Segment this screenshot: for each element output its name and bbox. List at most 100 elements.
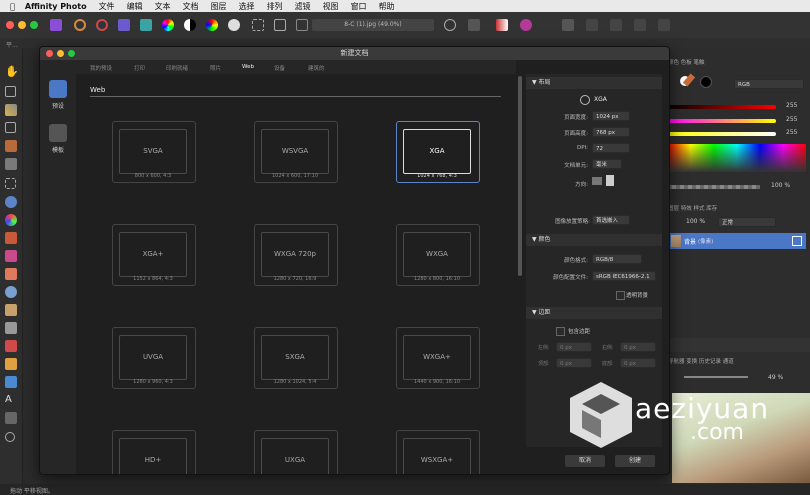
minimize-window-icon[interactable] — [18, 21, 26, 29]
preset-card[interactable]: HD+ — [112, 430, 198, 474]
portrait-orientation-icon[interactable] — [606, 175, 614, 186]
blue-value[interactable]: 255 — [786, 129, 797, 136]
tab-press-ready[interactable]: 印刷就绪 — [166, 64, 188, 72]
tab-web[interactable]: Web — [242, 64, 254, 70]
menu-help[interactable]: 帮助 — [379, 1, 395, 12]
preset-card[interactable]: UXGA — [254, 430, 340, 474]
liquify-persona-icon[interactable] — [74, 19, 86, 31]
zoom-window-icon[interactable] — [30, 21, 38, 29]
red-eye-tool-icon[interactable] — [5, 340, 17, 352]
zoom-tool-icon[interactable] — [5, 432, 15, 442]
minimize-dialog-icon[interactable] — [57, 50, 64, 57]
menu-file[interactable]: 文件 — [99, 1, 115, 12]
layers-panel-tabs[interactable]: 图层 特效 样式 库存 — [668, 204, 717, 212]
preset-card[interactable]: SVGA 800 x 600, 4:3 — [112, 121, 198, 185]
color-format-select[interactable]: RGB/8 — [592, 254, 642, 264]
page-height-input[interactable]: 768 px — [592, 127, 630, 137]
layer-visibility-checkbox[interactable] — [792, 236, 802, 246]
move-tool-icon[interactable] — [5, 86, 16, 97]
gradient-tool-icon[interactable] — [5, 214, 17, 226]
apple-icon[interactable]:  — [10, 2, 15, 11]
opacity-slider[interactable] — [668, 185, 760, 189]
blend-mode-select[interactable]: 正常 — [718, 217, 776, 227]
tab-photo[interactable]: 照片 — [210, 64, 221, 72]
crop-tool-icon[interactable] — [562, 19, 574, 31]
create-button[interactable]: 创建 — [615, 455, 655, 467]
app-menu[interactable]: Affinity Photo — [25, 2, 87, 11]
menu-text[interactable]: 文本 — [155, 1, 171, 12]
color-section-header[interactable]: ▼ 颜色 — [526, 234, 662, 246]
erase-brush-tool-icon[interactable] — [5, 268, 17, 280]
margin-bottom-input[interactable]: 0 px — [620, 358, 656, 368]
secondary-color-swatch[interactable] — [700, 76, 712, 88]
red-slider[interactable] — [668, 105, 776, 109]
mirror-icon[interactable] — [658, 19, 670, 31]
export-persona-icon[interactable] — [140, 19, 152, 31]
margin-right-input[interactable]: 0 px — [620, 342, 656, 352]
menu-select[interactable]: 选择 — [239, 1, 255, 12]
navigator-panel-tabs[interactable]: 导航器 变换 历史记录 通道 — [668, 357, 734, 365]
red-value[interactable]: 255 — [786, 102, 797, 109]
units-select[interactable]: 毫米 — [592, 159, 622, 169]
menu-filter[interactable]: 滤镜 — [295, 1, 311, 12]
flood-select-tool-icon[interactable] — [5, 158, 17, 170]
color-spectrum[interactable] — [668, 144, 806, 172]
auto-contrast-icon[interactable] — [184, 19, 196, 31]
auto-colors-icon[interactable] — [206, 19, 218, 31]
preset-card[interactable]: WXGA 720p 1280 x 720, 16:9 — [254, 224, 340, 288]
margin-top-input[interactable]: 0 px — [556, 358, 592, 368]
color-profile-select[interactable]: sRGB IEC61966-2.1 — [592, 271, 656, 281]
page-width-input[interactable]: 1024 px — [592, 111, 630, 121]
menu-view[interactable]: 视图 — [323, 1, 339, 12]
paint-brush-tool-icon[interactable] — [5, 232, 17, 244]
tone-mapping-persona-icon[interactable] — [118, 19, 130, 31]
quick-mask-icon[interactable] — [444, 19, 456, 31]
tab-my-presets[interactable]: 我的预设 — [90, 64, 112, 72]
landscape-orientation-icon[interactable] — [592, 177, 602, 185]
marquee-select-icon[interactable] — [252, 19, 264, 31]
close-window-icon[interactable] — [6, 21, 14, 29]
preset-card[interactable]: WXGA 1280 x 800, 16:10 — [396, 224, 482, 288]
transparent-background-checkbox[interactable] — [616, 291, 625, 300]
color-panel-tabs[interactable]: 颜色 色板 笔触 — [668, 58, 705, 66]
zoom-value[interactable]: 49 % — [768, 374, 783, 381]
preset-card[interactable]: WXGA+ 1440 x 900, 16:10 — [396, 327, 482, 391]
preset-add-icon[interactable] — [580, 95, 590, 105]
layout-section-header[interactable]: ▼ 布局 — [526, 77, 662, 89]
flood-fill-tool-icon[interactable] — [5, 196, 17, 208]
layer-opacity[interactable]: 100 % — [686, 218, 705, 225]
dodge-tool-icon[interactable] — [5, 286, 17, 298]
auto-levels-icon[interactable] — [162, 19, 174, 31]
margins-section-header[interactable]: ▼ 边距 — [526, 307, 662, 319]
select-all-icon[interactable] — [274, 19, 286, 31]
green-slider[interactable] — [668, 119, 776, 123]
text-tool-icon[interactable]: A — [5, 394, 17, 406]
presets-scrollbar[interactable] — [518, 76, 522, 276]
close-dialog-icon[interactable] — [46, 50, 53, 57]
align-icon[interactable] — [586, 19, 598, 31]
dpi-select[interactable]: 72 — [592, 143, 630, 153]
crop-tool-icon[interactable] — [5, 122, 16, 133]
preset-card[interactable]: XGA+ 1152 x 864, 4:3 — [112, 224, 198, 288]
photo-persona-icon[interactable] — [50, 19, 62, 31]
blue-slider[interactable] — [668, 132, 776, 136]
deselect-icon[interactable] — [296, 19, 308, 31]
preset-card[interactable]: SXGA 1280 x 1024, 5:4 — [254, 327, 340, 391]
sidebar-item-presets[interactable]: 预设 — [44, 80, 72, 110]
rectangle-tool-icon[interactable] — [5, 376, 17, 388]
clone-tool-icon[interactable] — [5, 304, 17, 316]
layer-row-background[interactable]: 背景 (像素) — [668, 233, 806, 249]
green-value[interactable]: 255 — [786, 116, 797, 123]
preset-card[interactable]: UVGA 1280 x 960, 4:3 — [112, 327, 198, 391]
color-picker-tool-icon[interactable] — [5, 104, 17, 116]
menu-arrange[interactable]: 排列 — [267, 1, 283, 12]
include-margins-checkbox[interactable] — [556, 327, 565, 336]
zoom-dialog-icon[interactable] — [68, 50, 75, 57]
preset-card[interactable]: WSXGA+ — [396, 430, 482, 474]
sidebar-item-templates[interactable]: 模板 — [44, 124, 72, 154]
margin-left-input[interactable]: 0 px — [556, 342, 592, 352]
tab-architectural[interactable]: 建筑的 — [308, 64, 325, 72]
image-placement-select[interactable]: 首选嵌入 — [592, 215, 630, 225]
view-tool-icon[interactable]: ✋ — [5, 66, 19, 78]
refine-selection-icon[interactable] — [468, 19, 480, 31]
